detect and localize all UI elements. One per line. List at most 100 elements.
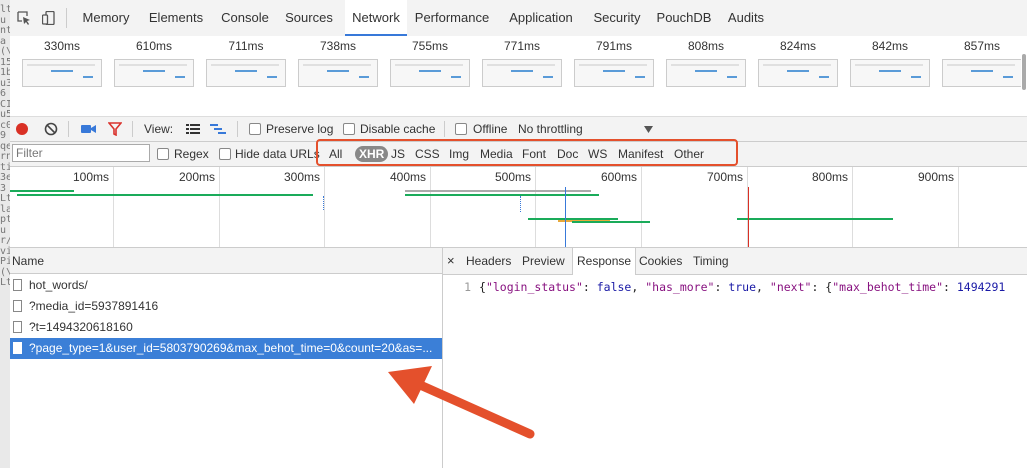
offline-label: Offline [473, 122, 508, 136]
regex-checkbox[interactable] [157, 148, 169, 160]
request-row[interactable]: hot_words/ [10, 275, 442, 296]
details-tab-cookies[interactable]: Cookies [639, 248, 682, 274]
tab-console[interactable]: Console [216, 0, 274, 36]
filmstrip-frame[interactable]: 842ms [850, 36, 930, 87]
throttling-select[interactable]: No throttling [518, 117, 658, 141]
frame-thumbnail [574, 59, 654, 87]
frame-thumbnail [298, 59, 378, 87]
frame-time: 791ms [595, 39, 633, 53]
filmstrip-frame[interactable]: 857ms [942, 36, 1022, 87]
frame-time: 857ms [963, 39, 1001, 53]
gutter-text: a [0, 35, 7, 47]
filmstrip-frame[interactable]: 738ms [298, 36, 378, 87]
hide-data-urls-checkbox[interactable] [219, 148, 231, 160]
frame-thumbnail [850, 59, 930, 87]
tab-pouchdb[interactable]: PouchDB [651, 0, 717, 36]
tab-performance[interactable]: Performance [411, 0, 493, 36]
tab-network[interactable]: Network [345, 0, 407, 36]
gutter-text: 6 [0, 88, 7, 99]
timeline-bar [10, 190, 74, 192]
filmstrip-frame[interactable]: 808ms [666, 36, 746, 87]
filter-icon[interactable] [108, 122, 122, 136]
details-tab-response[interactable]: Response [572, 248, 637, 275]
devtools-tab-bar: Memory Elements Console Sources Network Perfo… [10, 0, 1027, 37]
preserve-log-label: Preserve log [266, 122, 334, 136]
frame-thumbnail [22, 59, 102, 87]
frame-time: 842ms [871, 39, 909, 53]
device-toolbar-icon[interactable] [42, 11, 56, 25]
large-rows-icon[interactable] [186, 123, 200, 135]
gutter-text: 3 [0, 182, 7, 194]
toolbar-separator [68, 121, 69, 137]
tab-security[interactable]: Security [589, 0, 645, 36]
request-row[interactable]: ?media_id=5937891416 [10, 296, 442, 317]
toolbar-separator [444, 121, 445, 137]
timeline-tick-label: 200ms [179, 170, 216, 184]
screenshot-camera-icon[interactable] [81, 123, 96, 135]
tab-audits[interactable]: Audits [722, 0, 770, 36]
document-icon [13, 321, 22, 333]
waterfall-overview-icon[interactable] [210, 123, 226, 135]
frame-thumbnail [758, 59, 838, 87]
filmstrip-frame[interactable]: 771ms [482, 36, 562, 87]
dom-content-loaded-marker [565, 187, 566, 247]
timeline-gridline [535, 167, 536, 247]
gutter-text: 9 [0, 130, 7, 141]
frame-time: 610ms [135, 39, 173, 53]
tab-application[interactable]: Application [499, 0, 583, 36]
tab-memory[interactable]: Memory [76, 0, 136, 36]
frame-time: 330ms [43, 39, 81, 53]
timeline-dots [323, 196, 325, 210]
filmstrip-frame[interactable]: 824ms [758, 36, 838, 87]
disable-cache-checkbox[interactable] [343, 123, 355, 135]
filmstrip-frame[interactable]: 755ms [390, 36, 470, 87]
throttling-value: No throttling [518, 122, 583, 136]
document-icon [13, 279, 22, 291]
filter-input[interactable] [12, 144, 150, 162]
timeline-tick-label: 700ms [707, 170, 744, 184]
frame-time: 824ms [779, 39, 817, 53]
timeline-tick-label: 800ms [812, 170, 849, 184]
tab-elements[interactable]: Elements [143, 0, 209, 36]
requests-panel: Name hot_words/ ?media_id=5937891416 ?t=14… [10, 248, 443, 468]
request-row[interactable]: ?page_type=1&user_id=5803790269&max_beho… [10, 338, 442, 359]
offline-checkbox[interactable] [455, 123, 467, 135]
details-tab-headers[interactable]: Headers [466, 248, 511, 274]
line-number: 1 [464, 280, 471, 294]
tab-sources[interactable]: Sources [280, 0, 338, 36]
tab-separator [66, 8, 67, 28]
details-tab-timing[interactable]: Timing [693, 248, 729, 274]
filmstrip-frame[interactable]: 330ms [22, 36, 102, 87]
clear-icon[interactable] [44, 122, 58, 136]
request-name: ?media_id=5937891416 [29, 299, 159, 313]
filmstrip-scrollbar[interactable] [1021, 54, 1027, 90]
timeline-gridline [430, 167, 431, 247]
timeline-gridline [219, 167, 220, 247]
gutter-text: u [0, 14, 7, 26]
timeline-bar [737, 218, 893, 220]
request-name: hot_words/ [29, 278, 88, 292]
request-row[interactable]: ?t=1494320618160 [10, 317, 442, 338]
inspect-element-icon[interactable] [17, 11, 31, 25]
dropdown-arrow-icon[interactable] [644, 126, 653, 133]
details-tab-preview[interactable]: Preview [522, 248, 565, 274]
frame-thumbnail [114, 59, 194, 87]
preserve-log-checkbox[interactable] [249, 123, 261, 135]
filmstrip-frame[interactable]: 610ms [114, 36, 194, 87]
filmstrip-frame[interactable]: 711ms [206, 36, 286, 87]
request-name: ?t=1494320618160 [29, 320, 133, 334]
record-icon[interactable] [15, 122, 29, 136]
disable-cache-label: Disable cache [360, 122, 436, 136]
document-icon [13, 342, 22, 354]
load-event-marker [748, 187, 749, 247]
filmstrip-frame[interactable]: 791ms [574, 36, 654, 87]
close-details-icon[interactable]: × [447, 248, 455, 274]
name-column-header[interactable]: Name [10, 248, 442, 274]
frame-thumbnail [666, 59, 746, 87]
toolbar-separator [132, 121, 133, 137]
annotation-arrow [388, 366, 535, 439]
toolbar-separator [237, 121, 238, 137]
timeline-tick-label: 400ms [390, 170, 427, 184]
frame-time: 711ms [228, 39, 264, 53]
timeline-gridline [113, 167, 114, 247]
